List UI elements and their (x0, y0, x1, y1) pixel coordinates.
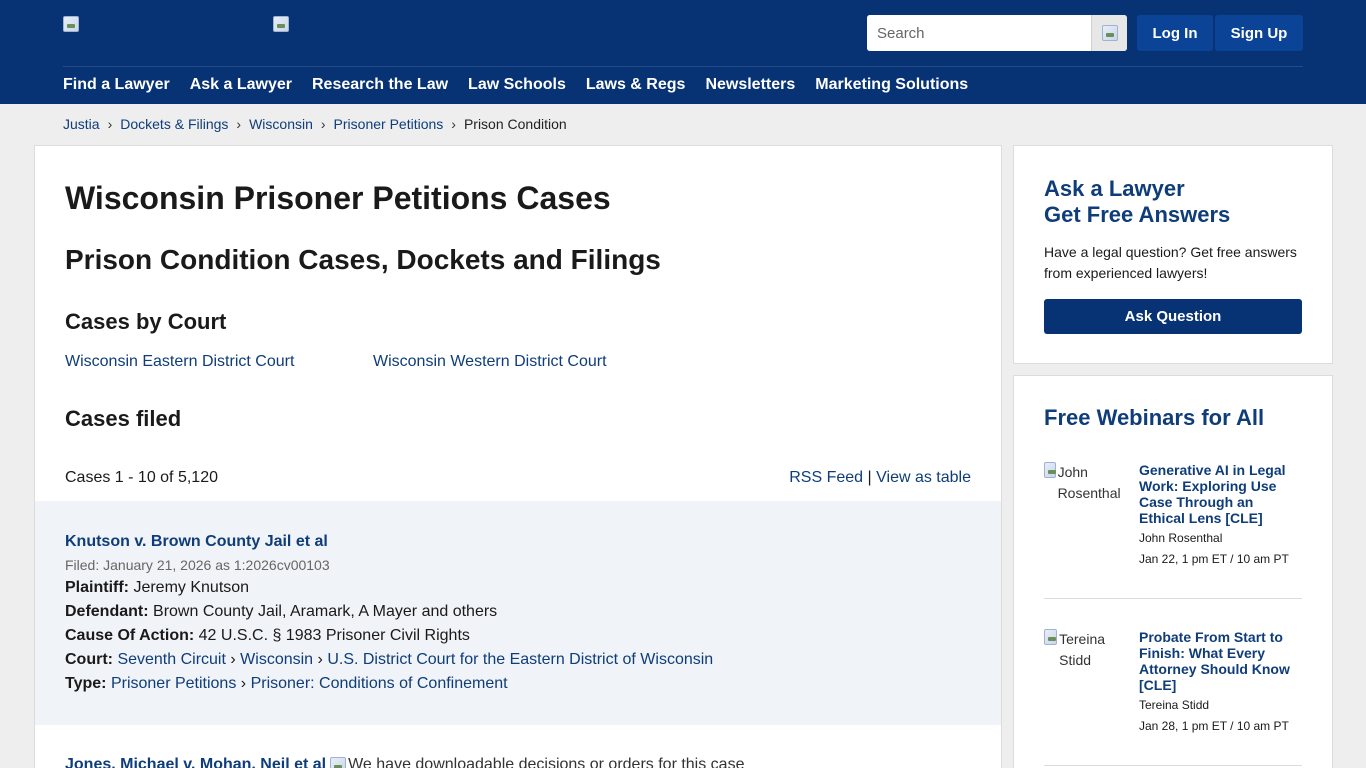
page-subtitle: Prison Condition Cases, Dockets and Fili… (65, 244, 661, 275)
case-plaintiff: Plaintiff: Jeremy Knutson (65, 579, 249, 597)
nav-find-a-lawyer[interactable]: Find a Lawyer (63, 76, 170, 94)
case-court: Court: Seventh Circuit › Wisconsin › U.S… (65, 651, 713, 669)
site-header: Log In Sign Up Find a Lawyer Ask a Lawye… (0, 0, 1366, 104)
breadcrumb-prisoner-petitions[interactable]: Prisoner Petitions (334, 116, 444, 132)
court-link-eastern[interactable]: Wisconsin Eastern District Court (65, 353, 294, 371)
case-count: Cases 1 - 10 of 5,120 (65, 469, 218, 486)
case-title-link[interactable]: Knutson v. Brown County Jail et al (65, 533, 328, 551)
breadcrumb-separator: › (320, 116, 326, 132)
cases-by-court-heading: Cases by Court (65, 309, 227, 334)
search-button[interactable] (1091, 15, 1127, 51)
signup-button[interactable]: Sign Up (1215, 15, 1303, 51)
path-separator: › (240, 675, 247, 692)
justia-logo[interactable] (63, 16, 81, 34)
case-item: Knutson v. Brown County Jail et al Filed… (35, 501, 1001, 725)
image-alt-text: We have downloadable decisions or orders… (348, 756, 745, 768)
webinar-item: Tereina Stidd Probate From Start to Fini… (1044, 629, 1302, 749)
court-link-western[interactable]: Wisconsin Western District Court (373, 353, 607, 371)
case-filed-date: Filed: January 21, 2026 as 1:2026cv00103 (65, 557, 330, 573)
cause-value: 42 U.S.C. § 1983 Prisoner Civil Rights (198, 627, 470, 644)
path-separator: › (230, 651, 236, 668)
presenter-photo-alt: John Rosenthal (1057, 464, 1121, 501)
ask-description: Have a legal question? Get free answers … (1044, 244, 1297, 281)
webinar-date: Jan 22, 1 pm ET / 10 am PT (1139, 552, 1289, 566)
nav-law-schools[interactable]: Law Schools (468, 76, 566, 94)
ask-question-button[interactable]: Ask Question (1044, 299, 1302, 334)
case-defendant: Defendant: Brown County Jail, Aramark, A… (65, 603, 497, 621)
rss-feed-link[interactable]: RSS Feed (789, 469, 863, 486)
breadcrumb-separator: › (236, 116, 242, 132)
court-label: Court: (65, 651, 113, 668)
case-item: Jones, Michael v. Mohan, Neil et al We h… (65, 756, 744, 768)
webinar-presenter: Tereina Stidd (1139, 698, 1210, 712)
case-cause-of-action: Cause Of Action: 42 U.S.C. § 1983 Prison… (65, 627, 470, 645)
plaintiff-label: Plaintiff: (65, 579, 129, 596)
search-box (867, 15, 1127, 51)
breadcrumb: Justia › Dockets & Filings › Wisconsin ›… (63, 116, 567, 132)
breadcrumb-separator: › (451, 116, 456, 132)
breadcrumb-separator: › (107, 116, 113, 132)
main-content: Wisconsin Prisoner Petitions Cases Priso… (34, 145, 1002, 768)
webinar-title-link[interactable]: Generative AI in Legal Work: Exploring U… (1139, 462, 1302, 526)
court-link-state[interactable]: Wisconsin (240, 651, 313, 668)
breadcrumb-justia[interactable]: Justia (63, 116, 100, 132)
presenter-photo[interactable]: John Rosenthal (1044, 462, 1124, 504)
broken-image-icon (1044, 629, 1058, 645)
presenter-photo-alt: Tereina Stidd (1059, 631, 1106, 668)
case-title-link[interactable]: Jones, Michael v. Mohan, Neil et al (65, 756, 326, 768)
cases-filed-heading: Cases filed (65, 406, 182, 431)
case-type: Type: Prisoner Petitions › Prisoner: Con… (65, 675, 508, 693)
webinars-card: Free Webinars for All John Rosenthal Gen… (1013, 375, 1333, 768)
webinar-divider (1044, 765, 1302, 766)
webinars-heading: Free Webinars for All (1044, 405, 1265, 430)
defendant-value: Brown County Jail, Aramark, A Mayer and … (153, 603, 498, 620)
nav-laws-and-regs[interactable]: Laws & Regs (586, 76, 686, 94)
breadcrumb-current: Prison Condition (463, 116, 567, 132)
broken-image-icon (1044, 462, 1056, 478)
webinar-title-link[interactable]: Probate From Start to Finish: What Every… (1139, 629, 1302, 693)
ask-heading-line2: Get Free Answers (1044, 202, 1231, 227)
court-link-circuit[interactable]: Seventh Circuit (117, 651, 226, 668)
type-label: Type: (65, 675, 107, 692)
webinar-item: John Rosenthal Generative AI in Legal Wo… (1044, 462, 1302, 582)
cause-label: Cause Of Action: (65, 627, 195, 644)
view-as-table-link[interactable]: View as table (876, 469, 971, 486)
nav-divider (63, 66, 1303, 67)
breadcrumb-wisconsin[interactable]: Wisconsin (249, 116, 313, 132)
webinar-divider (1044, 598, 1302, 599)
ask-a-lawyer-card: Ask a Lawyer Get Free Answers Have a leg… (1013, 145, 1333, 364)
nav-ask-a-lawyer[interactable]: Ask a Lawyer (190, 76, 292, 94)
feed-links: RSS Feed | View as table (789, 469, 971, 487)
webinar-date: Jan 28, 1 pm ET / 10 am PT (1139, 719, 1289, 733)
main-nav: Find a Lawyer Ask a Lawyer Research the … (63, 76, 988, 94)
court-link-district[interactable]: U.S. District Court for the Eastern Dist… (327, 651, 713, 668)
broken-image-icon (330, 757, 347, 768)
plaintiff-value: Jeremy Knutson (133, 579, 250, 596)
header-secondary-logo[interactable] (273, 16, 291, 34)
path-separator: › (317, 651, 323, 668)
nav-marketing-solutions[interactable]: Marketing Solutions (815, 76, 968, 94)
nav-research-the-law[interactable]: Research the Law (312, 76, 448, 94)
breadcrumb-dockets-filings[interactable]: Dockets & Filings (120, 116, 228, 132)
broken-image-icon (273, 16, 289, 32)
broken-image-icon (1101, 25, 1118, 41)
type-link-category[interactable]: Prisoner Petitions (111, 675, 236, 692)
link-separator: | (867, 469, 872, 486)
defendant-label: Defendant: (65, 603, 149, 620)
ask-heading-line1: Ask a Lawyer (1044, 176, 1185, 201)
search-input[interactable] (867, 15, 1091, 51)
broken-image-icon (63, 16, 79, 32)
webinar-presenter: John Rosenthal (1139, 531, 1223, 545)
type-link-subcategory[interactable]: Prisoner: Conditions of Confinement (251, 675, 508, 692)
downloadable-decision-image: We have downloadable decisions or orders… (330, 756, 744, 768)
nav-newsletters[interactable]: Newsletters (705, 76, 795, 94)
login-button[interactable]: Log In (1137, 15, 1213, 51)
presenter-photo[interactable]: Tereina Stidd (1044, 629, 1124, 671)
page-title: Wisconsin Prisoner Petitions Cases (65, 180, 611, 216)
